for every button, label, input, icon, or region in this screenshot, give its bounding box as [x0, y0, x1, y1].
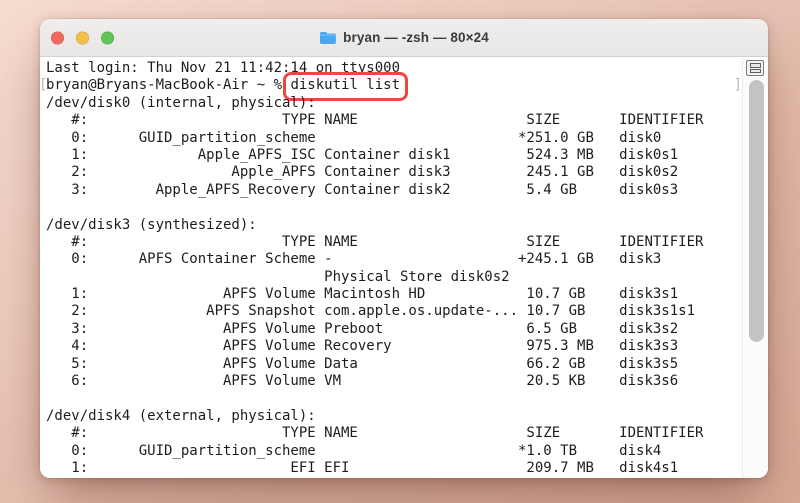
scrollbar-track[interactable]: [742, 58, 768, 478]
window-title-group: bryan — -zsh — 80×24: [319, 30, 489, 45]
split-pane-icon: [749, 68, 761, 73]
terminal-line: 0: GUID_partition_scheme *1.0 TB disk4: [46, 442, 662, 459]
terminal-content[interactable]: Last login: Thu Nov 21 11:42:14 on ttys0…: [40, 58, 768, 478]
command-text-highlighted: diskutil list: [283, 72, 408, 102]
terminal-text-area: Last login: Thu Nov 21 11:42:14 on ttys0…: [40, 60, 742, 477]
terminal-line: /dev/disk3 (synthesized):: [46, 216, 257, 233]
window-titlebar[interactable]: bryan — -zsh — 80×24: [40, 19, 768, 57]
terminal-line: 3: APFS Volume Preboot 6.5 GB disk3s2: [46, 320, 679, 337]
terminal-line: 1: APFS Volume Macintosh HD 10.7 GB disk…: [46, 286, 679, 303]
terminal-line: 1: Apple_APFS_ISC Container disk1 524.3 …: [46, 146, 679, 163]
terminal-line: /dev/disk0 (internal, physical):: [46, 94, 316, 111]
terminal-line: Physical Store disk0s2: [46, 268, 510, 285]
terminal-line: 2: Apple_APFS Container disk3 245.1 GB d…: [46, 164, 679, 181]
terminal-line: /dev/disk4 (external, physical):: [46, 407, 316, 424]
terminal-login-line: Last login: Thu Nov 21 11:42:14 on ttys0…: [46, 60, 401, 76]
terminal-line: 3: Apple_APFS_Recovery Container disk2 5…: [46, 181, 679, 198]
window-title: bryan — -zsh — 80×24: [343, 30, 489, 45]
prompt-text: bryan@Bryans-MacBook-Air ~ %: [46, 77, 291, 94]
split-pane-icon: [749, 63, 761, 68]
terminal-line: #: TYPE NAME SIZE IDENTIFIER: [46, 112, 704, 129]
terminal-line: 5: APFS Volume Data 66.2 GB disk3s5: [46, 355, 679, 372]
terminal-line: 0: APFS Container Scheme - +245.1 GB dis…: [46, 251, 662, 268]
scrollbar-thumb[interactable]: [748, 80, 764, 342]
terminal-line: 0: GUID_partition_scheme *251.0 GB disk0: [46, 129, 662, 146]
terminal-line: 2: APFS Snapshot com.apple.os.update-...…: [46, 303, 696, 320]
terminal-line: 6: APFS Volume VM 20.5 KB disk3s6: [46, 373, 679, 390]
prompt-line: [bryan@Bryans-MacBook-Air ~ % diskutil l…: [40, 72, 742, 102]
zoom-button[interactable]: [101, 31, 114, 44]
terminal-line: #: TYPE NAME SIZE IDENTIFIER: [46, 233, 704, 250]
close-button[interactable]: [51, 31, 64, 44]
shell-mark-open-bracket: [: [40, 77, 47, 94]
terminal-line: #: TYPE NAME SIZE IDENTIFIER: [46, 425, 704, 442]
window-controls: [51, 31, 114, 44]
minimize-button[interactable]: [76, 31, 89, 44]
folder-icon: [319, 31, 337, 45]
terminal-window: bryan — -zsh — 80×24 Last login: Thu Nov…: [40, 19, 768, 478]
shell-mark-close-bracket: ]: [733, 77, 742, 94]
terminal-line: 4: APFS Volume Recovery 975.3 MB disk3s3: [46, 338, 679, 355]
split-pane-button[interactable]: [746, 60, 764, 76]
terminal-line: 1: EFI EFI 209.7 MB disk4s1: [46, 459, 679, 476]
